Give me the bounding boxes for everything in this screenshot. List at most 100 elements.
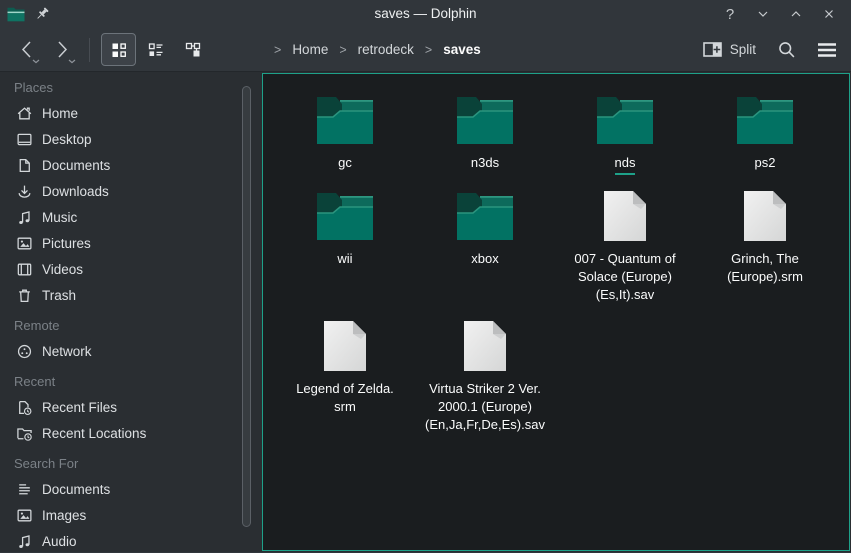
sidebar-item-search-audio[interactable]: Audio bbox=[0, 528, 240, 552]
sidebar-section-recent: Recent bbox=[14, 374, 240, 390]
network-icon bbox=[16, 343, 33, 360]
sidebar-section-search-for: Search For bbox=[14, 456, 240, 472]
view-icons-button[interactable] bbox=[101, 33, 136, 66]
minimize-button[interactable] bbox=[751, 2, 775, 26]
folder-item-ps2[interactable]: ps2 bbox=[695, 84, 835, 180]
breadcrumb-item-saves[interactable]: saves bbox=[443, 42, 481, 57]
sidebar-item-search-documents[interactable]: Documents bbox=[0, 476, 240, 502]
sidebar-item-label: Home bbox=[42, 106, 78, 121]
folder-item-gc[interactable]: gc bbox=[275, 84, 415, 180]
sidebar-item-recent-files[interactable]: Recent Files bbox=[0, 394, 240, 420]
sidebar-item-pictures[interactable]: Pictures bbox=[0, 230, 240, 256]
search-button[interactable] bbox=[777, 40, 796, 59]
sidebar-item-label: Documents bbox=[42, 158, 110, 173]
toolbar-separator bbox=[89, 38, 90, 62]
window-controls: ? bbox=[718, 2, 841, 26]
item-label: Legend of Zelda. srm bbox=[296, 380, 394, 416]
file-item-007-quantum-of-solace[interactable]: 007 - Quantum of Solace (Europe) (Es,It)… bbox=[555, 180, 695, 310]
tree-view-icon bbox=[185, 42, 201, 58]
folder-icon bbox=[316, 95, 374, 145]
desktop-icon bbox=[16, 131, 33, 148]
item-label: Virtua Striker 2 Ver. 2000.1 (Europe) (E… bbox=[425, 380, 545, 434]
item-label: 007 - Quantum of Solace (Europe) (Es,It)… bbox=[574, 250, 675, 304]
menu-button[interactable] bbox=[817, 42, 837, 58]
split-view-icon bbox=[703, 42, 722, 57]
close-button[interactable] bbox=[817, 2, 841, 26]
sidebar-item-label: Pictures bbox=[42, 236, 91, 251]
sidebar-item-label: Audio bbox=[42, 534, 77, 549]
sidebar-item-label: Videos bbox=[42, 262, 83, 277]
sidebar-section-remote: Remote bbox=[14, 318, 240, 334]
titlebar: saves — Dolphin ? bbox=[0, 0, 851, 28]
back-button[interactable] bbox=[12, 34, 40, 66]
document-icon bbox=[16, 157, 33, 174]
sidebar-item-videos[interactable]: Videos bbox=[0, 256, 240, 282]
recent-file-icon bbox=[16, 399, 33, 416]
view-details-button[interactable] bbox=[138, 33, 173, 66]
download-icon bbox=[16, 183, 33, 200]
sidebar-item-desktop[interactable]: Desktop bbox=[0, 126, 240, 152]
sidebar-item-label: Downloads bbox=[42, 184, 109, 199]
recent-folder-icon bbox=[16, 425, 33, 442]
folder-icon bbox=[596, 95, 654, 145]
sidebar-item-network[interactable]: Network bbox=[0, 338, 240, 364]
file-item-legend-of-zelda[interactable]: Legend of Zelda. srm bbox=[275, 310, 415, 446]
file-icon bbox=[463, 320, 507, 372]
item-label: n3ds bbox=[471, 154, 499, 172]
chevron-down-icon bbox=[68, 59, 76, 64]
sidebar-item-home[interactable]: Home bbox=[0, 100, 240, 126]
trash-icon bbox=[16, 287, 33, 304]
sidebar-item-documents[interactable]: Documents bbox=[0, 152, 240, 178]
close-icon bbox=[823, 8, 835, 20]
toolbar-right-group: Split bbox=[703, 40, 837, 59]
folder-item-xbox[interactable]: xbox bbox=[415, 180, 555, 310]
folder-icon bbox=[736, 95, 794, 145]
split-button[interactable]: Split bbox=[703, 42, 756, 57]
folder-icon bbox=[316, 191, 374, 241]
breadcrumb-item-retrodeck[interactable]: retrodeck bbox=[358, 42, 414, 57]
film-icon bbox=[16, 261, 33, 278]
sidebar-item-label: Music bbox=[42, 210, 77, 225]
sidebar-item-label: Desktop bbox=[42, 132, 92, 147]
sidebar-item-downloads[interactable]: Downloads bbox=[0, 178, 240, 204]
folder-view: gc n3ds nds ps2 wii bbox=[262, 73, 850, 551]
maximize-button[interactable] bbox=[784, 2, 808, 26]
breadcrumb-item-home[interactable]: Home bbox=[292, 42, 328, 57]
sidebar-item-label: Documents bbox=[42, 482, 110, 497]
folder-icon bbox=[456, 191, 514, 241]
maximize-icon bbox=[790, 8, 802, 20]
forward-icon bbox=[55, 40, 70, 59]
sidebar-scrollbar-thumb[interactable] bbox=[242, 86, 251, 527]
chevron-down-icon bbox=[32, 59, 40, 64]
sidebar-item-music[interactable]: Music bbox=[0, 204, 240, 230]
item-label: gc bbox=[338, 154, 352, 172]
sidebar-item-label: Recent Files bbox=[42, 400, 117, 415]
sidebar-item-label: Images bbox=[42, 508, 86, 523]
sidebar-item-label: Network bbox=[42, 344, 92, 359]
split-button-label: Split bbox=[730, 42, 756, 57]
item-label: ps2 bbox=[755, 154, 776, 172]
sidebar-item-trash[interactable]: Trash bbox=[0, 282, 240, 308]
sidebar-scrollbar bbox=[240, 72, 256, 552]
sidebar-item-label: Recent Locations bbox=[42, 426, 146, 441]
folder-item-nds[interactable]: nds bbox=[555, 84, 695, 180]
folder-item-wii[interactable]: wii bbox=[275, 180, 415, 310]
music-note-icon bbox=[16, 533, 33, 550]
minimize-icon bbox=[757, 8, 769, 20]
folder-icon bbox=[456, 95, 514, 145]
help-icon: ? bbox=[726, 6, 734, 23]
help-button[interactable]: ? bbox=[718, 2, 742, 26]
sidebar-item-recent-locations[interactable]: Recent Locations bbox=[0, 420, 240, 446]
item-label: xbox bbox=[471, 250, 498, 268]
content-area: Places Home Desktop Documents Downloads … bbox=[0, 72, 851, 552]
image-icon bbox=[16, 235, 33, 252]
file-item-grinch-the[interactable]: Grinch, The (Europe).srm bbox=[695, 180, 835, 310]
folder-item-n3ds[interactable]: n3ds bbox=[415, 84, 555, 180]
dolphin-window: saves — Dolphin ? bbox=[0, 0, 851, 553]
sidebar-item-search-images[interactable]: Images bbox=[0, 502, 240, 528]
file-item-virtua-striker-2[interactable]: Virtua Striker 2 Ver. 2000.1 (Europe) (E… bbox=[415, 310, 555, 446]
image-icon bbox=[16, 507, 33, 524]
forward-button[interactable] bbox=[48, 34, 76, 66]
view-tree-button[interactable] bbox=[175, 33, 210, 66]
item-label: wii bbox=[337, 250, 352, 268]
